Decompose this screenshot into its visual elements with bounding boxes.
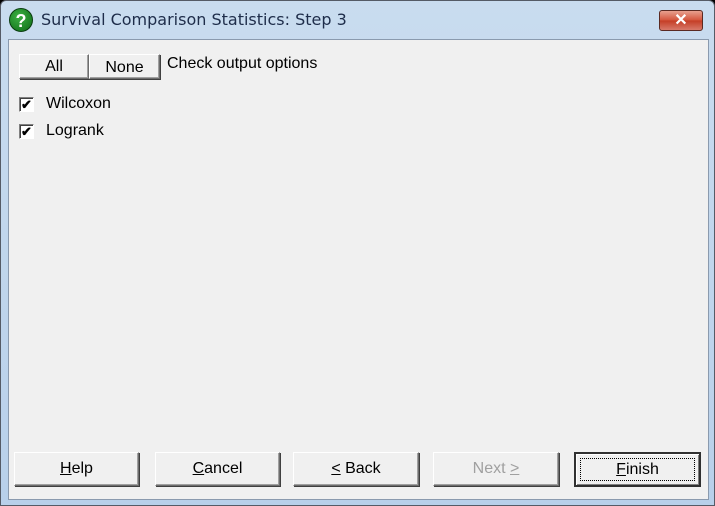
back-mnemonic: < <box>331 460 341 477</box>
checkmark-icon: ✔ <box>21 124 32 139</box>
next-label: Next <box>472 460 510 477</box>
finish-button[interactable]: Finish <box>574 452 701 487</box>
instruction-label: Check output options <box>167 55 318 72</box>
focus-rectangle <box>580 458 695 481</box>
back-button[interactable]: < Back <box>293 452 419 486</box>
logrank-label[interactable]: Logrank <box>46 122 104 140</box>
help-label: elp <box>71 460 93 477</box>
cancel-mnemonic: C <box>192 460 205 477</box>
help-mnemonic: H <box>60 460 72 477</box>
cancel-label: ancel <box>204 460 243 477</box>
back-label: Back <box>340 460 381 477</box>
help-question-icon: ? <box>9 8 33 32</box>
select-all-button[interactable]: All <box>19 54 89 79</box>
close-button[interactable]: ✕ <box>659 10 703 31</box>
select-all-label: All <box>45 58 63 75</box>
title-bar[interactable]: ? Survival Comparison Statistics: Step 3… <box>1 1 714 39</box>
close-icon: ✕ <box>674 12 688 29</box>
next-button[interactable]: Next > <box>433 452 559 486</box>
checkmark-icon: ✔ <box>21 97 32 112</box>
help-button[interactable]: Help <box>14 452 139 486</box>
logrank-checkbox[interactable]: ✔ <box>19 124 34 139</box>
dialog-window: ? Survival Comparison Statistics: Step 3… <box>0 0 715 506</box>
wilcoxon-checkbox[interactable]: ✔ <box>19 97 34 112</box>
next-mnemonic: > <box>510 460 520 477</box>
select-none-button[interactable]: None <box>89 54 160 79</box>
window-title: Survival Comparison Statistics: Step 3 <box>41 10 347 29</box>
select-none-label: None <box>105 59 144 76</box>
dialog-client-area: All None Check output options ✔ Wilcoxon… <box>8 39 709 500</box>
cancel-button[interactable]: Cancel <box>155 452 280 486</box>
wilcoxon-label[interactable]: Wilcoxon <box>46 95 111 113</box>
